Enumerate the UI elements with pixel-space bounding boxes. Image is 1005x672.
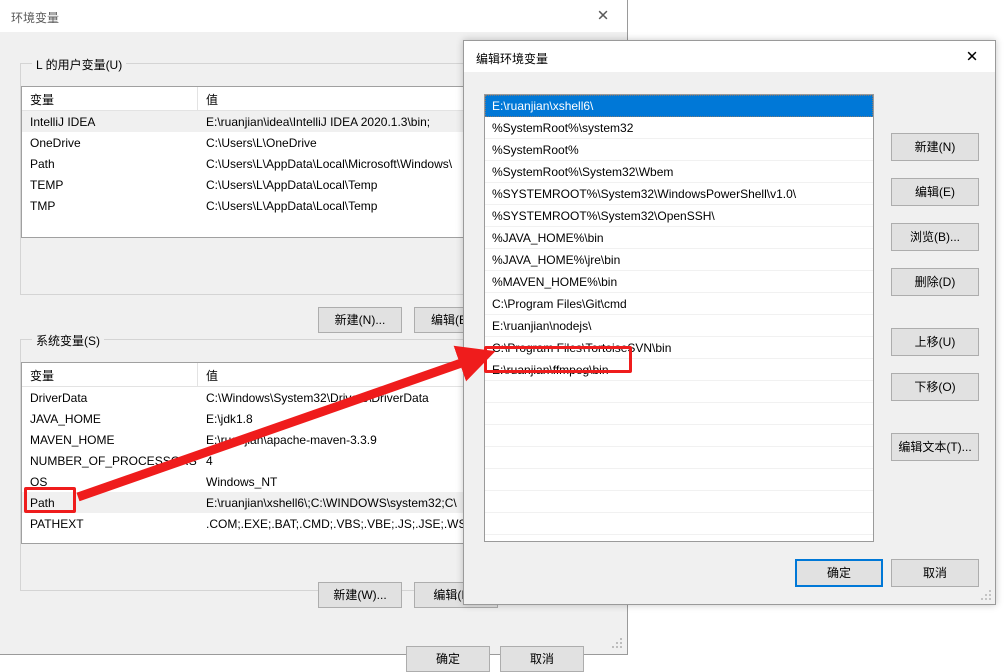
list-item[interactable]: %MAVEN_HOME%\bin bbox=[485, 271, 873, 293]
edit-dialog-ok-button[interactable]: 确定 bbox=[795, 559, 883, 587]
close-icon: ✕ bbox=[965, 47, 979, 65]
variable-name: OneDrive bbox=[30, 135, 81, 150]
variable-value: C:\Windows\System32\Drivers\DriverData bbox=[206, 390, 429, 405]
variable-name: TEMP bbox=[30, 177, 64, 192]
table-row[interactable]: IntelliJ IDEA E:\ruanjian\idea\IntelliJ … bbox=[22, 111, 467, 132]
path-entries-list[interactable]: E:\ruanjian\xshell6\ %SystemRoot%\system… bbox=[484, 94, 874, 542]
variable-value: E:\ruanjian\apache-maven-3.3.9 bbox=[206, 432, 377, 447]
variable-name: NUMBER_OF_PROCESSORS bbox=[30, 453, 197, 468]
table-row[interactable]: OneDrive C:\Users\L\OneDrive bbox=[22, 132, 467, 153]
list-item[interactable] bbox=[485, 469, 873, 491]
variable-value: E:\ruanjian\idea\IntelliJ IDEA 2020.1.3\… bbox=[206, 114, 431, 129]
variable-name: TMP bbox=[30, 198, 56, 213]
list-item[interactable]: %SYSTEMROOT%\System32\OpenSSH\ bbox=[485, 205, 873, 227]
list-item[interactable] bbox=[485, 403, 873, 425]
variable-value: C:\Users\L\AppData\Local\Temp bbox=[206, 198, 378, 213]
edit-dialog-close-button[interactable]: ✕ bbox=[949, 41, 995, 72]
table-row[interactable]: TEMP C:\Users\L\AppData\Local\Temp bbox=[22, 174, 467, 195]
table-row[interactable]: MAVEN_HOME E:\ruanjian\apache-maven-3.3.… bbox=[22, 429, 467, 450]
edit-dialog-titlebar: 编辑环境变量 ✕ bbox=[464, 41, 995, 72]
close-icon: ✕ bbox=[596, 6, 610, 24]
list-item[interactable]: %SYSTEMROOT%\System32\WindowsPowerShell\… bbox=[485, 183, 873, 205]
cancel-button[interactable]: 取消 bbox=[500, 646, 584, 672]
table-row[interactable]: NUMBER_OF_PROCESSORS 4 bbox=[22, 450, 467, 471]
user-variables-table-header: 变量 值 bbox=[22, 87, 467, 111]
edit-dialog-cancel-button[interactable]: 取消 bbox=[891, 559, 979, 587]
table-row[interactable]: Path C:\Users\L\AppData\Local\Microsoft\… bbox=[22, 153, 467, 174]
variable-name: Path bbox=[30, 495, 55, 510]
move-down-button[interactable]: 下移(O) bbox=[891, 373, 979, 401]
environment-variables-titlebar: 环境变量 ✕ bbox=[0, 0, 627, 33]
column-header-value[interactable]: 值 bbox=[198, 87, 467, 110]
list-item[interactable]: %SystemRoot% bbox=[485, 139, 873, 161]
list-item[interactable]: %JAVA_HOME%\jre\bin bbox=[485, 249, 873, 271]
user-variables-legend: L 的用户变量(U) bbox=[32, 56, 127, 73]
table-row[interactable]: PATHEXT .COM;.EXE;.BAT;.CMD;.VBS;.VBE;.J… bbox=[22, 513, 467, 534]
edit-text-button[interactable]: 编辑文本(T)... bbox=[891, 433, 979, 461]
variable-value: C:\Users\L\AppData\Local\Temp bbox=[206, 177, 378, 192]
user-variables-table[interactable]: 变量 值 IntelliJ IDEA E:\ruanjian\idea\Inte… bbox=[21, 86, 468, 238]
edit-environment-variable-dialog: 编辑环境变量 ✕ E:\ruanjian\xshell6\ %SystemRoo… bbox=[463, 40, 996, 605]
close-button[interactable]: ✕ bbox=[580, 0, 626, 31]
table-row[interactable]: TMP C:\Users\L\AppData\Local\Temp bbox=[22, 195, 467, 216]
variable-name: DriverData bbox=[30, 390, 88, 405]
table-row[interactable]: JAVA_HOME E:\jdk1.8 bbox=[22, 408, 467, 429]
list-item[interactable] bbox=[485, 491, 873, 513]
system-variables-legend: 系统变量(S) bbox=[32, 332, 104, 349]
variable-value: 4 bbox=[206, 453, 213, 468]
list-item[interactable]: E:\ruanjian\nodejs\ bbox=[485, 315, 873, 337]
variable-value: Windows_NT bbox=[206, 474, 278, 489]
variable-value: E:\jdk1.8 bbox=[206, 411, 253, 426]
variable-value: .COM;.EXE;.BAT;.CMD;.VBS;.VBE;.JS;.JSE;.… bbox=[206, 516, 467, 531]
resize-grip[interactable] bbox=[981, 590, 992, 601]
variable-name: MAVEN_HOME bbox=[30, 432, 115, 447]
system-variables-table[interactable]: 变量 值 DriverData C:\Windows\System32\Driv… bbox=[21, 362, 468, 544]
list-item[interactable]: E:\ruanjian\xshell6\ bbox=[485, 95, 873, 117]
resize-grip[interactable] bbox=[611, 638, 624, 651]
environment-variables-title: 环境变量 bbox=[11, 11, 60, 25]
variable-value: E:\ruanjian\xshell6\;C:\WINDOWS\system32… bbox=[206, 495, 457, 510]
variable-name: JAVA_HOME bbox=[30, 411, 101, 426]
system-variables-table-header: 变量 值 bbox=[22, 363, 467, 387]
user-new-button[interactable]: 新建(N)... bbox=[318, 307, 402, 333]
new-entry-button[interactable]: 新建(N) bbox=[891, 133, 979, 161]
list-item-ffmpeg[interactable]: E:\ruanjian\ffmpeg\bin bbox=[485, 359, 873, 381]
edit-entry-button[interactable]: 编辑(E) bbox=[891, 178, 979, 206]
list-item[interactable] bbox=[485, 447, 873, 469]
delete-entry-button[interactable]: 删除(D) bbox=[891, 268, 979, 296]
variable-value: C:\Users\L\OneDrive bbox=[206, 135, 317, 150]
list-item[interactable] bbox=[485, 425, 873, 447]
list-item[interactable]: C:\Program Files\Git\cmd bbox=[485, 293, 873, 315]
list-item[interactable]: C:\Program Files\TortoiseSVN\bin bbox=[485, 337, 873, 359]
edit-dialog-title: 编辑环境变量 bbox=[476, 52, 549, 66]
list-item[interactable]: %SystemRoot%\System32\Wbem bbox=[485, 161, 873, 183]
table-row-path[interactable]: Path E:\ruanjian\xshell6\;C:\WINDOWS\sys… bbox=[22, 492, 467, 513]
column-header-value[interactable]: 值 bbox=[198, 363, 467, 386]
variable-name: IntelliJ IDEA bbox=[30, 114, 96, 129]
variable-name: Path bbox=[30, 156, 55, 171]
variable-name: OS bbox=[30, 474, 48, 489]
table-row[interactable]: DriverData C:\Windows\System32\Drivers\D… bbox=[22, 387, 467, 408]
browse-button[interactable]: 浏览(B)... bbox=[891, 223, 979, 251]
variable-name: PATHEXT bbox=[30, 516, 84, 531]
list-item[interactable]: %JAVA_HOME%\bin bbox=[485, 227, 873, 249]
system-new-button[interactable]: 新建(W)... bbox=[318, 582, 402, 608]
list-item[interactable]: %SystemRoot%\system32 bbox=[485, 117, 873, 139]
column-header-name[interactable]: 变量 bbox=[22, 87, 198, 110]
variable-value: C:\Users\L\AppData\Local\Microsoft\Windo… bbox=[206, 156, 453, 171]
table-row[interactable]: OS Windows_NT bbox=[22, 471, 467, 492]
list-item[interactable] bbox=[485, 513, 873, 535]
list-item[interactable] bbox=[485, 381, 873, 403]
ok-button[interactable]: 确定 bbox=[406, 646, 490, 672]
move-up-button[interactable]: 上移(U) bbox=[891, 328, 979, 356]
column-header-name[interactable]: 变量 bbox=[22, 363, 198, 386]
